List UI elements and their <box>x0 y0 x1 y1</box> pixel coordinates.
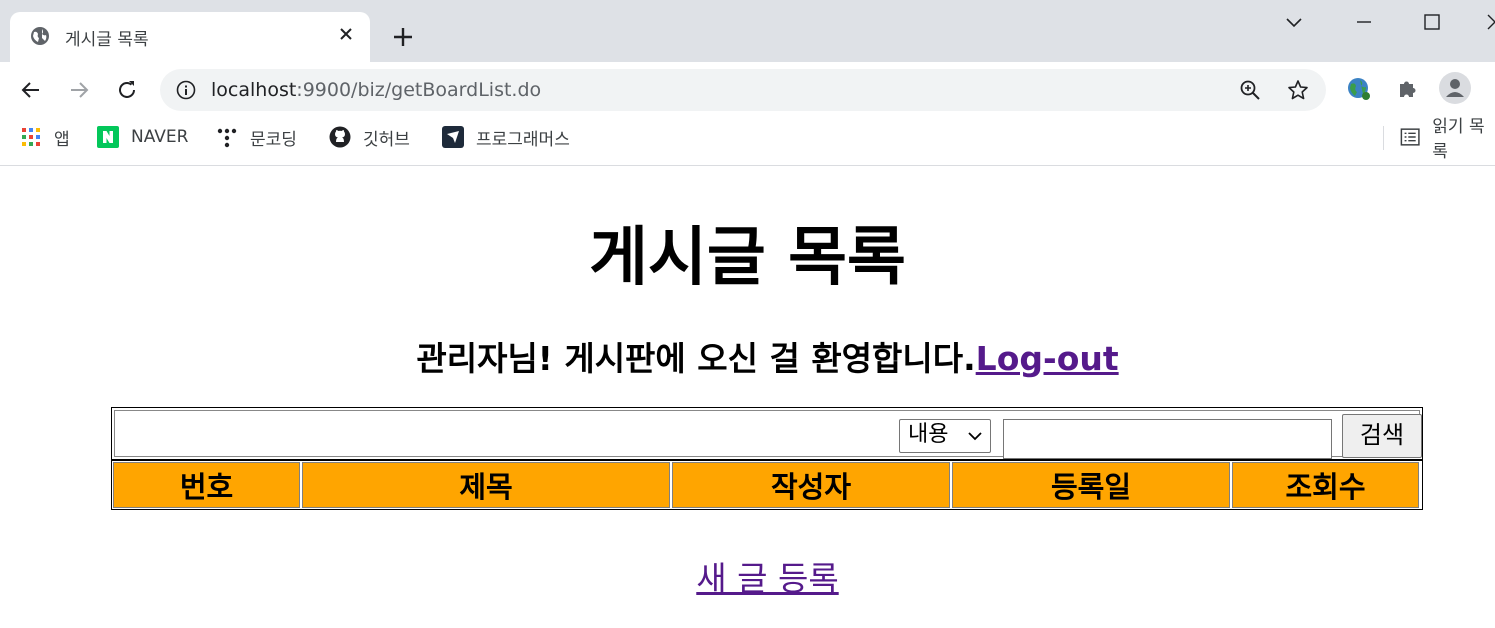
url-host: localhost <box>211 79 297 101</box>
naver-icon <box>97 126 119 148</box>
browser-toolbar: localhost:9900/biz/getBoardList.do <box>0 62 1495 118</box>
globe-icon <box>31 27 49 45</box>
bookmarks-bar: 앱 NAVER 문코딩 깃허브 프로그래머스 읽기 목록 <box>0 117 1495 166</box>
bookmark-mooncoding[interactable]: 문코딩 <box>216 126 297 150</box>
new-tab-icon[interactable] <box>390 24 416 50</box>
column-header-writer: 작성자 <box>672 462 950 508</box>
close-icon[interactable] <box>336 24 356 44</box>
github-icon <box>329 126 351 148</box>
bookmark-label: 깃허브 <box>363 129 410 150</box>
chevron-down-icon <box>968 432 982 441</box>
reading-list[interactable]: 읽기 목록 <box>1400 117 1495 162</box>
zoom-icon[interactable] <box>1239 79 1261 101</box>
profile-avatar-icon[interactable] <box>1439 72 1471 104</box>
page-title: 게시글 목록 <box>589 221 906 295</box>
maximize-icon[interactable] <box>1422 12 1442 32</box>
reading-list-label: 읽기 목록 <box>1432 117 1485 162</box>
apps-grid-icon <box>22 128 40 146</box>
search-bar: 내용 검색 <box>111 407 1423 460</box>
minimize-icon[interactable] <box>1354 12 1374 32</box>
url-text[interactable]: localhost:9900/biz/getBoardList.do <box>211 79 541 101</box>
search-keyword-input[interactable] <box>1003 419 1332 459</box>
welcome-message: 관리자님! 게시판에 오신 걸 환영합니다.Log-out <box>0 332 1495 380</box>
search-condition-select[interactable]: 내용 <box>899 419 991 453</box>
reading-list-icon <box>1400 128 1420 146</box>
column-header-regdate: 등록일 <box>952 462 1230 508</box>
window-close-icon[interactable] <box>1485 12 1495 32</box>
bookmark-naver[interactable]: NAVER <box>97 126 188 148</box>
new-post-link[interactable]: 새 글 등록 <box>0 552 1495 600</box>
logout-link[interactable]: Log-out <box>976 339 1119 378</box>
bookmark-apps[interactable]: 앱 <box>20 126 70 150</box>
forward-arrow-icon[interactable] <box>67 78 91 102</box>
moon-coding-icon <box>217 128 237 148</box>
bookmark-label: 앱 <box>54 129 70 150</box>
url-path: :9900/biz/getBoardList.do <box>296 79 542 101</box>
earth-extension-icon[interactable] <box>1346 76 1372 102</box>
search-condition-value: 내용 <box>908 422 949 447</box>
bookmark-programmers[interactable]: 프로그래머스 <box>442 126 570 150</box>
column-header-title: 제목 <box>302 462 670 508</box>
bookmark-label: 문코딩 <box>250 129 297 150</box>
column-header-number: 번호 <box>113 462 300 508</box>
back-arrow-icon[interactable] <box>19 78 43 102</box>
browser-tab[interactable]: 게시글 목록 <box>10 12 370 62</box>
search-button[interactable]: 검색 <box>1342 414 1422 458</box>
tab-title: 게시글 목록 <box>65 30 149 50</box>
puzzle-extensions-icon[interactable] <box>1395 76 1421 102</box>
tab-strip: 게시글 목록 <box>0 0 1495 62</box>
tab-search-chevron-icon[interactable] <box>1284 12 1304 32</box>
bookmark-separator <box>1383 126 1384 150</box>
bookmark-github[interactable]: 깃허브 <box>329 126 410 150</box>
programmers-icon <box>442 126 464 148</box>
column-header-count: 조회수 <box>1232 462 1419 508</box>
page-content: 게시글 목록 관리자님! 게시판에 오신 걸 환영합니다.Log-out 내용 … <box>0 166 1495 628</box>
info-icon[interactable] <box>176 80 196 100</box>
search-cell: 내용 검색 <box>114 410 1422 459</box>
bookmark-label: NAVER <box>131 127 189 147</box>
board-table-header: 번호 제목 작성자 등록일 조회수 <box>111 460 1423 510</box>
bookmark-star-icon[interactable] <box>1287 79 1309 101</box>
welcome-text: 관리자님! 게시판에 오신 걸 환영합니다. <box>416 339 976 378</box>
address-bar[interactable]: localhost:9900/biz/getBoardList.do <box>160 69 1326 111</box>
bookmark-label: 프로그래머스 <box>476 129 570 150</box>
reload-icon[interactable] <box>115 78 139 102</box>
